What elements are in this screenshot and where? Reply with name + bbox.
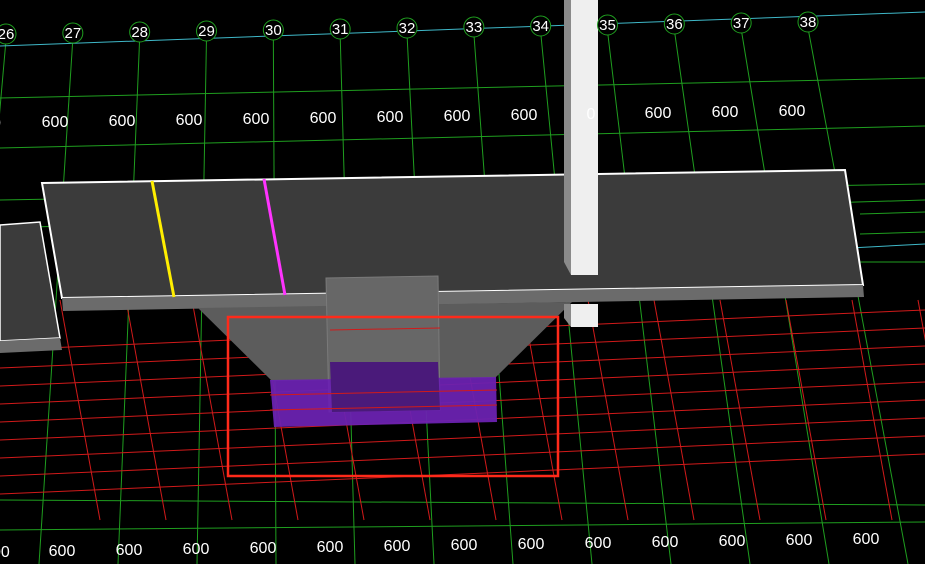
bottom-dimension-label: 600 xyxy=(786,532,813,549)
bottom-dimension-label: 600 xyxy=(384,538,411,555)
axis-label: 33 xyxy=(465,19,482,36)
axis-label: 38 xyxy=(800,14,817,31)
axis-bubble-icon: 38 xyxy=(797,11,819,33)
bottom-dimension-label: 600 xyxy=(250,540,277,557)
axis-bubble-icon: 36 xyxy=(663,13,685,35)
axis-label: 36 xyxy=(666,16,683,33)
axis-bubble-icon: 31 xyxy=(329,18,351,40)
column-side-face xyxy=(564,0,571,275)
bottom-dimension-label: 600 xyxy=(853,531,880,548)
axis-label: 26 xyxy=(0,26,14,43)
bottom-dimension-label: 600 xyxy=(719,533,746,550)
column-lower-front-face xyxy=(571,304,598,327)
bottom-dimension-label: 600 xyxy=(518,536,545,553)
bottom-dimension-label: 600 xyxy=(183,541,210,558)
top-dimension-label: 600 xyxy=(712,104,739,121)
axis-bubble-icon: 29 xyxy=(196,20,217,42)
axis-label: 37 xyxy=(733,15,750,32)
axis-bubble-icon: 37 xyxy=(730,12,752,34)
top-dimension-label: 0 xyxy=(0,115,1,132)
slab-top-face xyxy=(40,168,865,300)
top-dimension-label: 600 xyxy=(444,108,471,125)
top-dimension-label: 600 xyxy=(42,114,69,131)
axis-bubble-icon: 35 xyxy=(597,14,618,36)
bottom-dimension-label: 600 xyxy=(116,542,143,559)
model-viewport[interactable]: 26 27 28 29 30 31 32 33 34 35 36 37 38 0 600 600 600 600… xyxy=(0,0,925,564)
axis-label: 29 xyxy=(198,23,215,40)
top-dimension-label: 600 xyxy=(310,110,337,127)
bottom-dimension-label: 600 xyxy=(317,539,344,556)
top-dimension-label: 600 xyxy=(109,113,136,130)
axis-label: 27 xyxy=(64,25,81,42)
top-dimension-label: 0 xyxy=(587,106,596,123)
axis-label: 34 xyxy=(532,18,549,35)
bottom-dimension-label: 600 xyxy=(652,534,679,551)
axis-bubble-icon: 30 xyxy=(262,19,284,41)
bottom-dimension-label: 600 xyxy=(49,543,76,560)
top-dimension-label: 600 xyxy=(176,112,203,129)
top-dimension-label: 600 xyxy=(377,109,404,126)
top-dimension-label: 600 xyxy=(779,103,806,120)
bottom-dimension-label: 00 xyxy=(0,544,10,561)
pile-cap-inner xyxy=(330,362,440,412)
axis-label: 28 xyxy=(131,24,148,41)
axis-bubble-icon: 26 xyxy=(0,23,17,45)
axis-label: 35 xyxy=(599,17,616,34)
axis-label: 30 xyxy=(265,22,282,39)
axis-bubble-icon: 34 xyxy=(530,15,552,37)
axis-bubble-icon: 27 xyxy=(62,22,84,44)
axis-bubble-icon: 32 xyxy=(396,17,418,39)
top-dimension-label: 600 xyxy=(243,111,270,128)
axis-bubble-icon: 33 xyxy=(463,16,485,38)
axis-label: 31 xyxy=(332,21,349,38)
bottom-dimension-label: 600 xyxy=(451,537,478,554)
axis-bubble-icon: 28 xyxy=(129,21,151,43)
column-front-face xyxy=(571,0,598,275)
top-dimension-label: 600 xyxy=(645,105,672,122)
bottom-dimension-label: 600 xyxy=(585,535,612,552)
axis-label: 32 xyxy=(399,20,416,37)
slab-main[interactable] xyxy=(40,168,865,311)
top-dimension-label: 600 xyxy=(511,107,538,124)
